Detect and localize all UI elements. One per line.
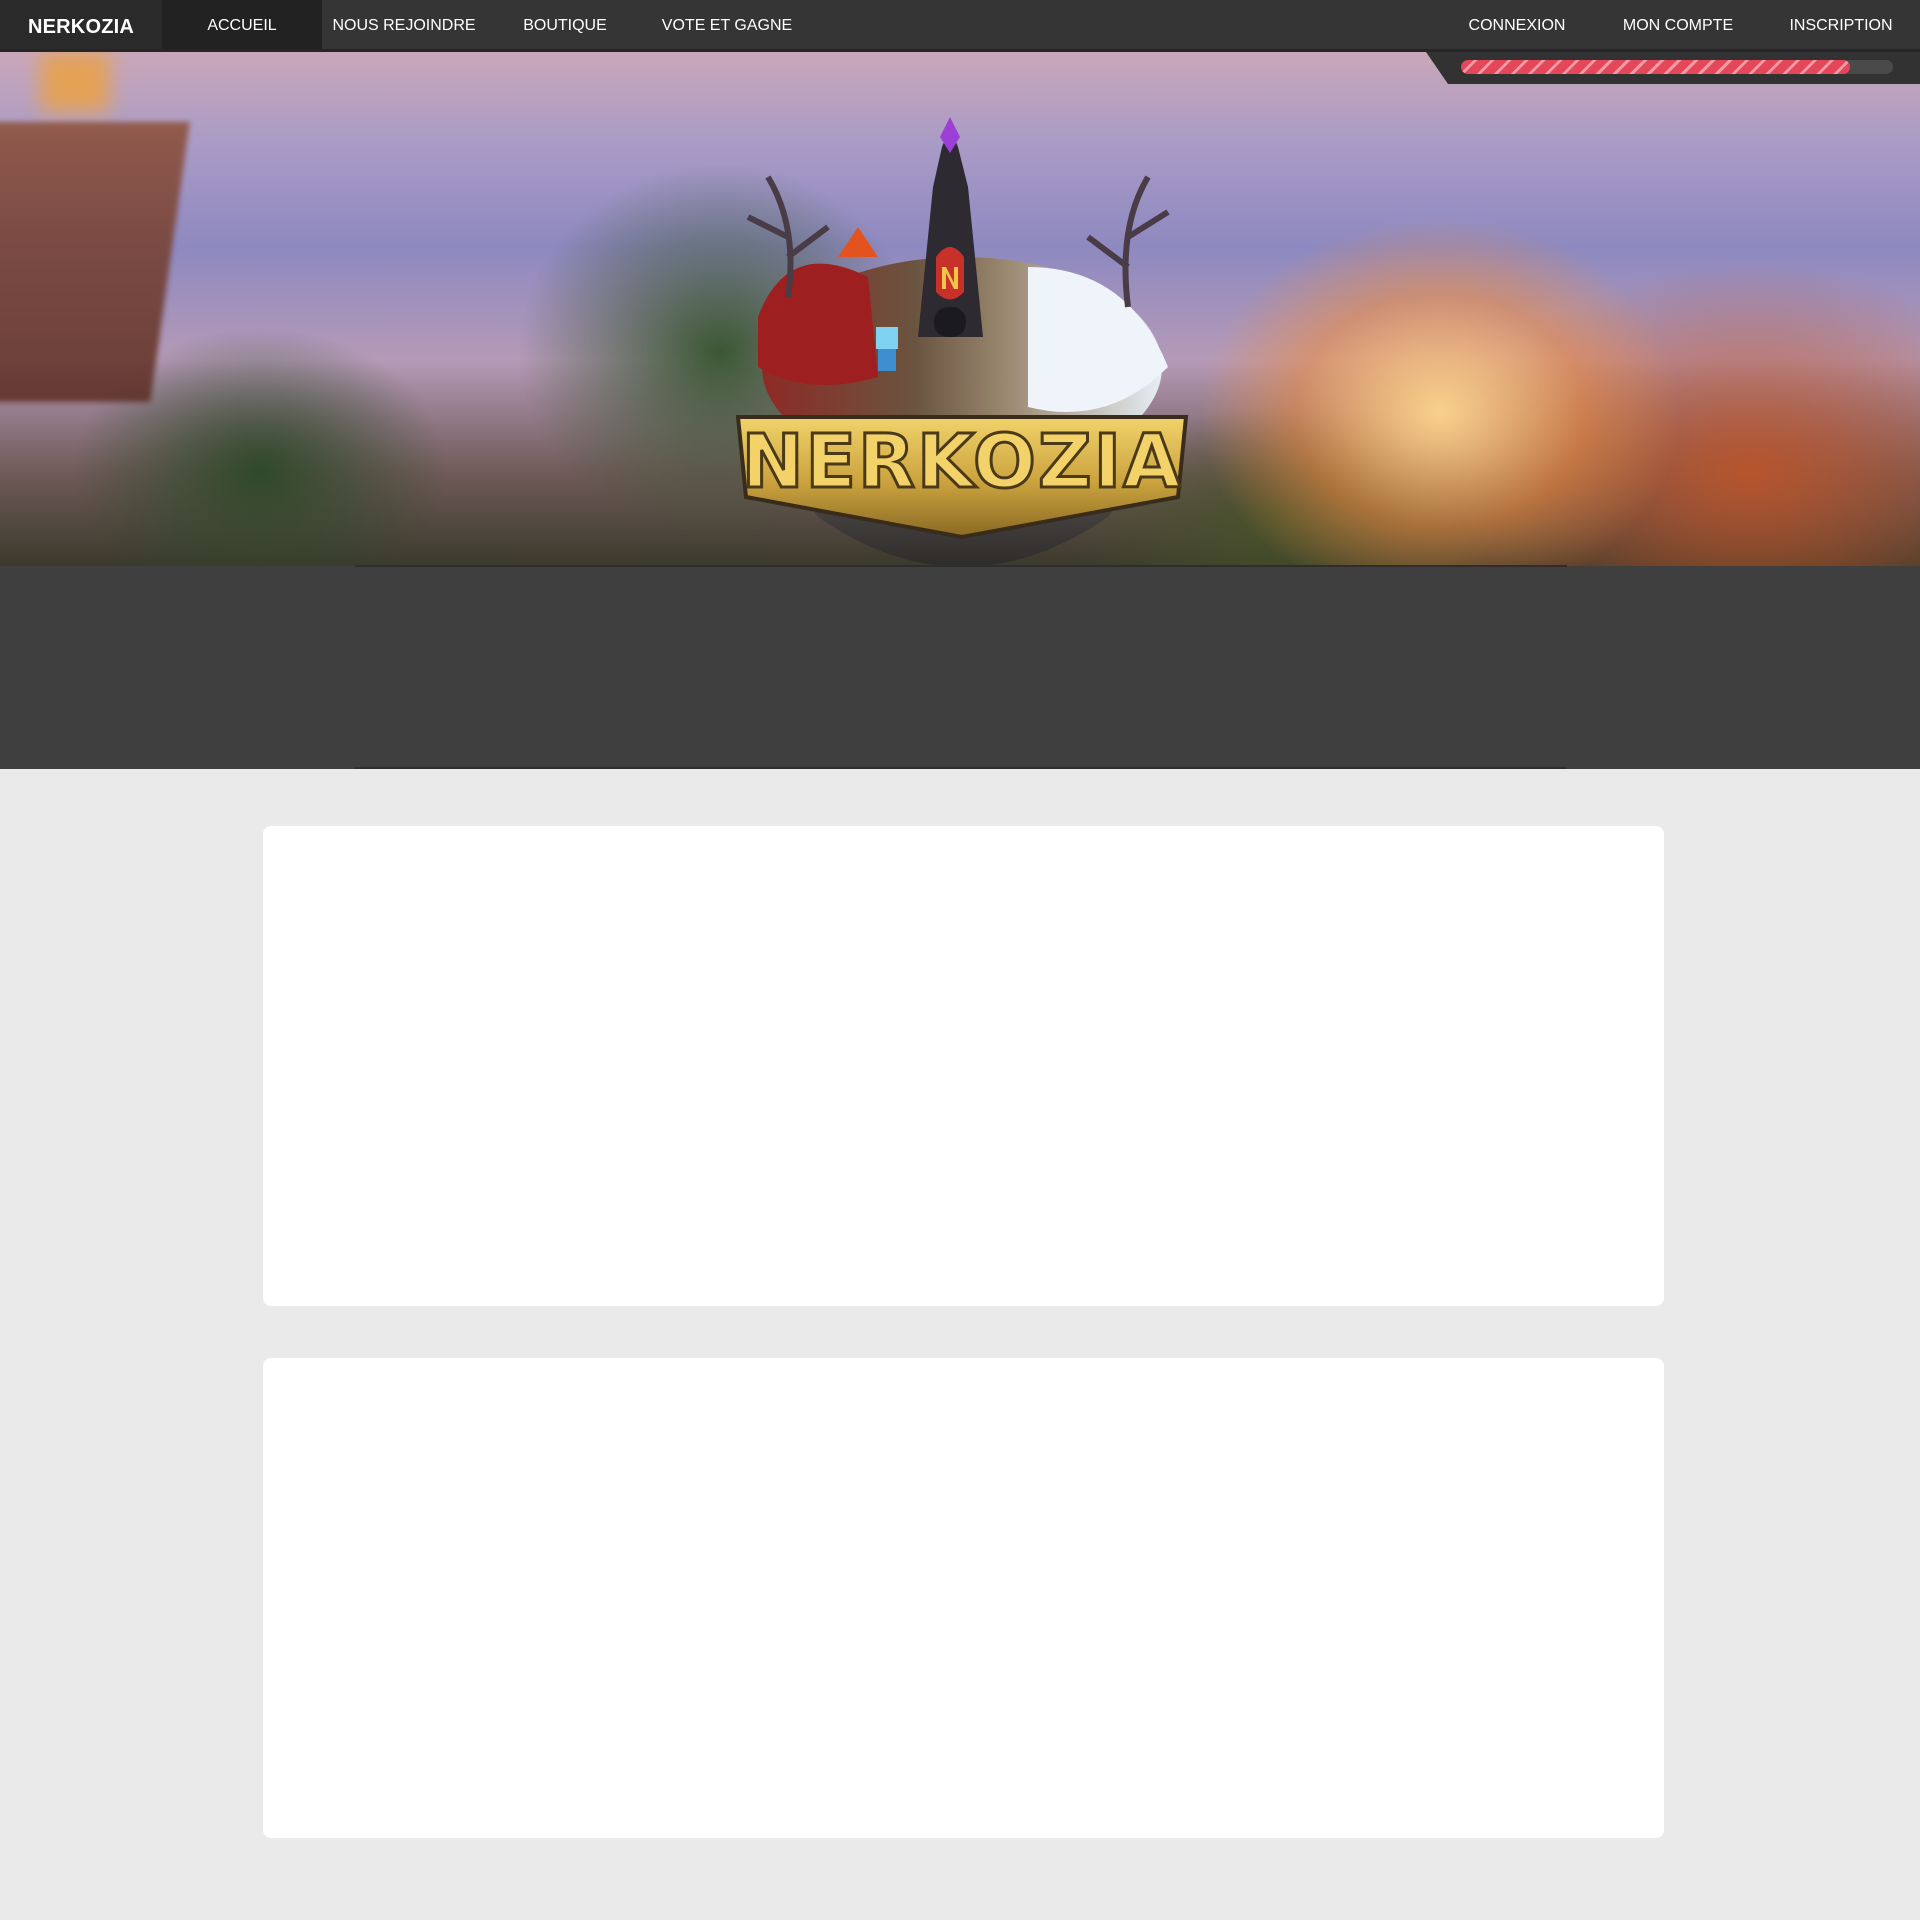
- hero-banner: NERKOZIA: [0, 52, 1920, 566]
- logo-title-text: NERKOZIA: [742, 419, 1183, 505]
- hero-light-glow: [40, 52, 110, 112]
- progress-bar-fill: [1461, 60, 1850, 74]
- hero-background-tree: [0, 122, 190, 402]
- nav-item-nous-rejoindre[interactable]: NOUS REJOINDRE: [322, 0, 486, 49]
- content-card-2: [263, 1358, 1664, 1838]
- nav-item-mon-compte[interactable]: MON COMPTE: [1602, 0, 1754, 49]
- brand-logo-link[interactable]: NERKOZIA: [0, 0, 162, 49]
- nav-item-accueil[interactable]: ACCUEIL: [162, 0, 322, 49]
- nav-item-boutique[interactable]: BOUTIQUE: [486, 0, 644, 49]
- server-logo-illustration: NERKOZIA: [735, 117, 1189, 566]
- top-navbar: NERKOZIA ACCUEIL NOUS REJOINDRE BOUTIQUE…: [0, 0, 1920, 52]
- nav-item-inscription[interactable]: INSCRIPTION: [1772, 0, 1910, 49]
- nav-item-vote-et-gagne[interactable]: VOTE ET GAGNE: [644, 0, 810, 49]
- progress-bar: [1461, 60, 1893, 74]
- band-divider-top: [355, 565, 1567, 567]
- band-divider-bottom: [355, 767, 1567, 769]
- content-card-1: [263, 826, 1664, 1306]
- content-band: [0, 566, 1920, 769]
- nav-item-connexion[interactable]: CONNEXION: [1452, 0, 1582, 49]
- server-logo: NERKOZIA: [728, 117, 1196, 566]
